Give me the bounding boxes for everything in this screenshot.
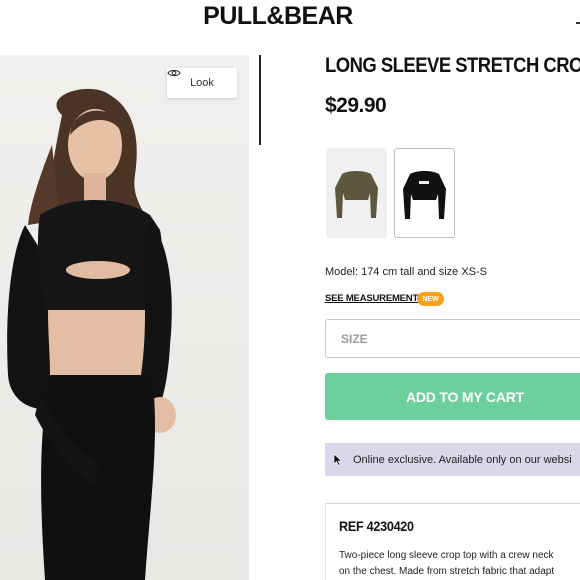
new-badge: NEW bbox=[417, 292, 444, 306]
product-price: $29.90 bbox=[325, 94, 387, 117]
look-button[interactable]: Look bbox=[167, 68, 237, 98]
see-measurements-link[interactable]: SEE MEASUREMENTS bbox=[325, 293, 424, 304]
product-details-panel: REF 4230420 Two-piece long sleeve crop t… bbox=[325, 503, 580, 580]
model-info: Model: 174 cm tall and size XS-S bbox=[325, 266, 488, 278]
size-select[interactable]: SIZE bbox=[325, 319, 580, 358]
add-to-cart-label: ADD TO MY CART bbox=[405, 388, 525, 405]
khaki-top-thumbnail bbox=[335, 171, 378, 218]
exclusive-text: Online exclusive. Available only on our … bbox=[353, 453, 572, 466]
header-menu-edge bbox=[576, 22, 580, 24]
cursor-icon bbox=[333, 453, 343, 466]
eye-icon bbox=[167, 69, 181, 77]
product-title: LONG SLEEVE STRETCH CROP bbox=[325, 54, 580, 77]
product-image[interactable]: Look bbox=[0, 55, 249, 580]
online-exclusive-banner: Online exclusive. Available only on our … bbox=[325, 443, 580, 476]
gallery-scroll-indicator[interactable] bbox=[259, 55, 261, 145]
color-swatch-black[interactable] bbox=[394, 148, 455, 238]
description-line: on the chest. Made from stretch fabric t… bbox=[339, 566, 555, 577]
black-top-thumbnail bbox=[403, 171, 446, 219]
color-swatch-khaki[interactable] bbox=[326, 148, 387, 238]
look-label: Look bbox=[190, 77, 214, 89]
add-to-cart-button[interactable]: ADD TO MY CART bbox=[325, 373, 580, 420]
model-photo-illustration bbox=[7, 88, 176, 580]
description-line: Two-piece long sleeve crop top with a cr… bbox=[339, 550, 554, 561]
brand-logo[interactable]: PULL&BEAR bbox=[0, 2, 556, 31]
product-reference: REF 4230420 bbox=[339, 518, 414, 534]
product-description: Two-piece long sleeve crop top with a cr… bbox=[339, 548, 580, 580]
size-placeholder: SIZE bbox=[341, 331, 368, 346]
